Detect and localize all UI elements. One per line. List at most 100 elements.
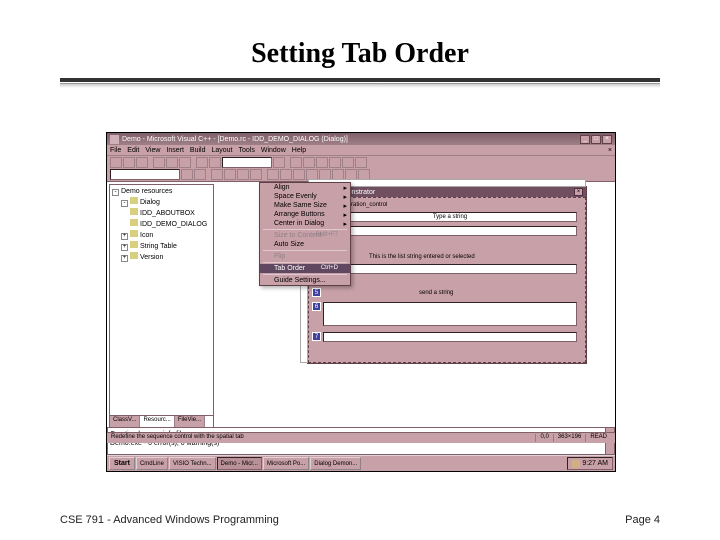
toolbar-button[interactable] <box>211 169 223 180</box>
menu-item-align[interactable]: Align▸ <box>260 183 350 192</box>
taskbar-button[interactable]: Dialog Demon... <box>310 457 361 470</box>
toolbar-button[interactable] <box>209 157 221 168</box>
toolbar-button[interactable] <box>237 169 249 180</box>
menu-insert[interactable]: Insert <box>166 147 184 154</box>
vs-client-area: -Demo resources -Dialog IDD_ABOUTBOX IDD… <box>107 182 615 430</box>
menu-item-center[interactable]: Center in Dialog▸ <box>260 219 350 228</box>
menu-tools[interactable]: Tools <box>239 147 255 154</box>
tab-classview[interactable]: ClassV... <box>110 416 140 427</box>
toolbar-button[interactable] <box>273 157 285 168</box>
tab-order-badge[interactable]: 5 <box>312 288 321 297</box>
clock: 9:27 AM <box>582 460 608 467</box>
titlebar-text: Demo - Microsoft Visual C++ - [Demo.rc -… <box>122 136 580 143</box>
menu-separator <box>263 250 347 251</box>
tree-item-aboutbox[interactable]: IDD_ABOUTBOX <box>112 208 211 219</box>
toolbar-button[interactable] <box>280 169 292 180</box>
menu-separator <box>263 262 347 263</box>
toolbar-button[interactable] <box>267 169 279 180</box>
menu-item-same-size[interactable]: Make Same Size▸ <box>260 201 350 210</box>
workspace-panel: -Demo resources -Dialog IDD_ABOUTBOX IDD… <box>109 184 214 428</box>
resource-tree[interactable]: -Demo resources -Dialog IDD_ABOUTBOX IDD… <box>110 185 213 415</box>
edit-field[interactable] <box>323 226 577 236</box>
listbox-field[interactable] <box>323 302 577 326</box>
toolbar-button[interactable] <box>303 157 315 168</box>
dialog-close-button[interactable]: × <box>574 188 583 196</box>
tab-order-badge[interactable]: 6 <box>312 302 321 311</box>
folder-icon <box>130 197 138 204</box>
close-button[interactable]: × <box>602 135 612 144</box>
menu-item-tab-order[interactable]: Tab OrderCtrl+D <box>260 264 350 273</box>
tree-folder-dialog[interactable]: -Dialog <box>112 197 211 208</box>
status-cell-read: READ <box>585 434 611 442</box>
maximize-button[interactable]: □ <box>591 135 601 144</box>
toolbar-button[interactable] <box>224 169 236 180</box>
menu-item-auto-size[interactable]: Auto Size <box>260 240 350 249</box>
dialog-icon <box>130 219 138 226</box>
taskbar-button-active[interactable]: Demo - Micr... <box>217 457 262 470</box>
toolbar-button[interactable] <box>179 157 191 168</box>
toolbar-button[interactable] <box>329 157 341 168</box>
status-text: Redefine the sequence control with the s… <box>111 434 535 442</box>
taskbar-button[interactable]: Microsoft Po... <box>263 457 309 470</box>
toolbar-button[interactable] <box>181 169 193 180</box>
menu-layout[interactable]: Layout <box>211 147 232 154</box>
tab-resourceview[interactable]: Resourc... <box>140 416 174 427</box>
toolbar-button[interactable] <box>293 169 305 180</box>
layout-menu-popup: Align▸ Space Evenly▸ Make Same Size▸ Arr… <box>259 182 351 286</box>
toolbar-button[interactable] <box>316 157 328 168</box>
edit-field[interactable] <box>323 264 577 274</box>
toolbar-button[interactable] <box>250 169 262 180</box>
menu-item-space[interactable]: Space Evenly▸ <box>260 192 350 201</box>
static-label: This is the list string entered or selec… <box>369 254 475 260</box>
toolbar-button[interactable] <box>153 157 165 168</box>
tree-folder-version[interactable]: +Version <box>112 252 211 263</box>
submenu-arrow-icon: ▸ <box>343 202 347 210</box>
dialog-icon <box>130 208 138 215</box>
slide-title: Setting Tab Order <box>0 0 720 70</box>
system-tray[interactable]: 9:27 AM <box>567 457 613 470</box>
toolbar-button[interactable] <box>194 169 206 180</box>
status-cell-size: 363×196 <box>553 434 586 442</box>
menu-item-guide-settings[interactable]: Guide Settings... <box>260 276 350 285</box>
toolbar-button[interactable] <box>123 157 135 168</box>
toolbar-button[interactable] <box>196 157 208 168</box>
statusbar: Redefine the sequence control with the s… <box>107 432 615 443</box>
submenu-arrow-icon: ▸ <box>343 211 347 219</box>
minimize-button[interactable]: _ <box>580 135 590 144</box>
tree-folder-string[interactable]: +String Table <box>112 241 211 252</box>
toolbar-combo[interactable] <box>222 157 272 168</box>
menu-separator <box>263 229 347 230</box>
app-icon <box>110 135 119 144</box>
submenu-arrow-icon: ▸ <box>343 193 347 201</box>
taskbar: Start CmdLine VISIO Techn... Demo - Micr… <box>107 455 615 471</box>
tab-order-badge[interactable]: 7 <box>312 332 321 341</box>
toolbar-button[interactable] <box>110 157 122 168</box>
taskbar-button[interactable]: VISIO Techn... <box>169 457 216 470</box>
toolbar-button[interactable] <box>166 157 178 168</box>
taskbar-button[interactable]: CmdLine <box>136 457 168 470</box>
menu-item-size-content: Size to ContentShift+F7 <box>260 231 350 240</box>
tree-item-demo-dialog[interactable]: IDD_DEMO_DIALOG <box>112 219 211 230</box>
toolbar-button[interactable] <box>342 157 354 168</box>
menu-file[interactable]: File <box>110 147 121 154</box>
tab-fileview[interactable]: FileVie... <box>175 416 205 427</box>
menu-help[interactable]: Help <box>292 147 306 154</box>
folder-icon <box>130 252 138 259</box>
edit-field[interactable]: Type a string <box>323 212 577 222</box>
menu-item-arrange[interactable]: Arrange Buttons▸ <box>260 210 350 219</box>
menu-build[interactable]: Build <box>190 147 206 154</box>
toolbar-button[interactable] <box>136 157 148 168</box>
edit-field[interactable] <box>323 332 577 342</box>
menu-edit[interactable]: Edit <box>127 147 139 154</box>
mdi-close-button[interactable]: × <box>608 147 612 154</box>
menu-window[interactable]: Window <box>261 147 286 154</box>
toolbar-combo[interactable] <box>110 169 180 180</box>
toolbar-button[interactable] <box>290 157 302 168</box>
toolbar-button[interactable] <box>355 157 367 168</box>
tree-root[interactable]: -Demo resources <box>112 187 211 197</box>
menu-item-flip: Flip <box>260 252 350 261</box>
menu-view[interactable]: View <box>145 147 160 154</box>
start-button[interactable]: Start <box>109 457 135 470</box>
tray-icon[interactable] <box>572 460 580 468</box>
tree-folder-icon[interactable]: +Icon <box>112 230 211 241</box>
